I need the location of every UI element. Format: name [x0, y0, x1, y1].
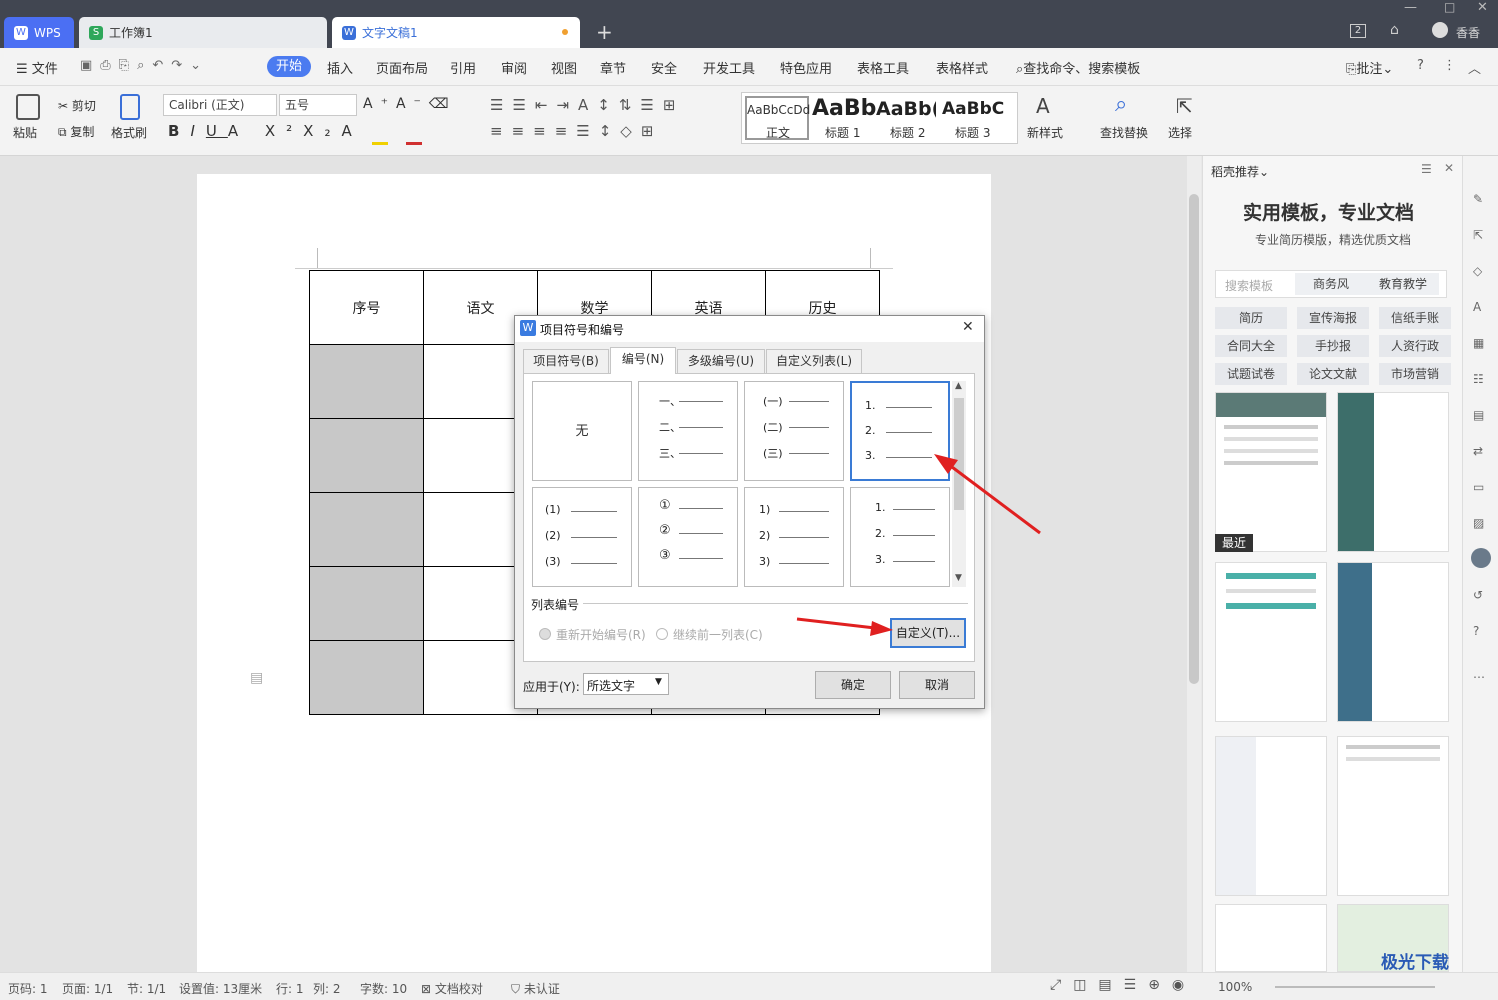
- arrow-to-selected-style: [947, 462, 1041, 535]
- arrow-head-icon: [870, 621, 893, 636]
- arrow-head-icon: [934, 454, 958, 474]
- annotation-arrows: [796, 454, 1041, 636]
- tab-numbering[interactable]: 编号(N): [610, 347, 676, 374]
- arrow-to-customize: [796, 617, 876, 630]
